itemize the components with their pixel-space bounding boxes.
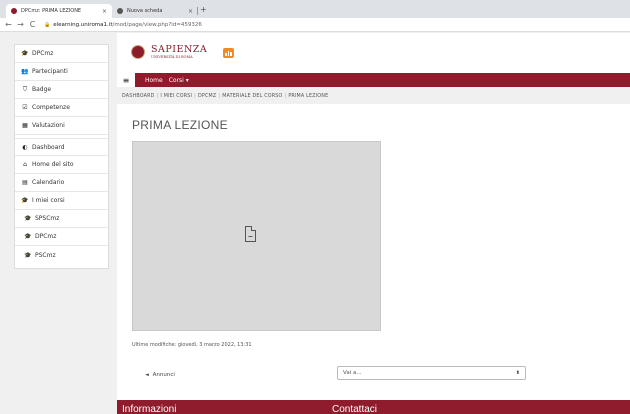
favicon-icon	[117, 8, 123, 14]
favicon-icon	[11, 8, 17, 14]
sidebar-item-valutazioni[interactable]: ▦ Valutazioni	[15, 117, 108, 135]
lock-icon: 🔒	[44, 21, 51, 28]
breadcrumb-separator: |	[284, 94, 287, 99]
menu-courses-dropdown[interactable]: Corsi ▾	[169, 77, 189, 84]
tab-title: Nuova scheda	[127, 8, 163, 14]
reload-icon[interactable]: C	[29, 20, 36, 29]
forward-icon[interactable]: →	[17, 20, 24, 29]
breadcrumb-separator: |	[156, 94, 159, 99]
sidebar-item-home-del-sito[interactable]: ⌂ Home del sito	[15, 156, 108, 174]
breadcrumb-item[interactable]: I MIEI CORSI	[160, 94, 192, 99]
breadcrumb-item: PRIMA LEZIONE	[288, 94, 329, 99]
page-title: PRIMA LEZIONE	[132, 118, 228, 132]
sidebar-item-label: Home del sito	[32, 161, 74, 168]
home-icon: ⌂	[23, 161, 27, 168]
sidebar-item-label: Valutazioni	[32, 122, 65, 129]
sidebar-item-label: I miei corsi	[32, 197, 65, 204]
broken-document-icon	[245, 226, 256, 242]
url-host: elearning.uniroma1.it	[53, 21, 113, 28]
calendar-icon: ▤	[22, 179, 28, 186]
main-content: PRIMA LEZIONE Ultime modifiche: giovedì,…	[117, 104, 630, 400]
bar-chart-icon[interactable]	[223, 48, 234, 58]
sidebar-item-label: Partecipanti	[32, 68, 68, 75]
sidebar-item-label: Calendario	[32, 179, 65, 186]
sapienza-seal-icon	[131, 45, 145, 59]
breadcrumb-separator: |	[218, 94, 221, 99]
breadcrumb-separator: |	[194, 94, 196, 99]
sidebar-item-badge[interactable]: ⛉ Badge	[15, 81, 108, 99]
logo-main-text: SAPIENZA	[151, 44, 208, 55]
users-icon: 👥	[21, 68, 29, 75]
jump-to-select[interactable]: Vai a... ⬍	[337, 366, 526, 380]
back-icon[interactable]: ←	[5, 20, 12, 29]
sidebar-item-label: Competenze	[32, 104, 70, 111]
breadcrumb: DASHBOARD | I MIEI CORSI | DPCMZ | MATERIALE D…	[122, 94, 328, 99]
table-icon: ▦	[22, 122, 28, 129]
breadcrumb-item[interactable]: MATERIALE DEL CORSO	[222, 94, 282, 99]
dashboard-icon: ◐	[22, 143, 28, 151]
embedded-content-frame[interactable]	[132, 141, 381, 331]
tab-divider	[197, 7, 198, 15]
graduation-cap-icon: 🎓	[24, 251, 32, 259]
check-square-icon: ☑	[22, 104, 28, 111]
sidebar-item-dpcmz[interactable]: 🎓 DPCmz	[15, 228, 108, 246]
logo-sub-text: UNIVERSITÀ DI ROMA	[151, 54, 193, 59]
course-sidebar: 🎓 DPCmz 👥 Partecipanti ⛉ Badge ☑ Competenze ▦ Val…	[14, 44, 109, 269]
sidebar-item-partecipanti[interactable]: 👥 Partecipanti	[15, 63, 108, 81]
sidebar-item-label: DPCmz	[35, 233, 57, 240]
browser-tab-inactive[interactable]: Nuova scheda ×	[112, 4, 198, 18]
browser-tab-active[interactable]: DPCmz: PRIMA LEZIONE ×	[6, 4, 112, 18]
tab-title: DPCmz: PRIMA LEZIONE	[21, 8, 82, 14]
tab-close-icon[interactable]: ×	[188, 8, 193, 15]
hamburger-menu-icon[interactable]: ≡	[117, 73, 135, 87]
tab-close-icon[interactable]: ×	[102, 8, 107, 15]
select-caret-icon: ⬍	[515, 370, 520, 376]
jump-to-placeholder: Vai a...	[343, 370, 362, 376]
url-field[interactable]: 🔒 elearning.uniroma1.it /mod/page/view.p…	[44, 22, 202, 28]
url-path: /mod/page/view.php?id=459326	[112, 21, 202, 28]
browser-tab-bar: DPCmz: PRIMA LEZIONE × Nuova scheda × +	[0, 0, 630, 18]
breadcrumb-item[interactable]: DPCMZ	[198, 94, 216, 99]
previous-activity-link[interactable]: ◄ Annunci	[145, 372, 175, 378]
sapienza-logo[interactable]: SAPIENZA UNIVERSITÀ DI ROMA	[131, 45, 207, 59]
left-arrow-icon: ◄	[145, 372, 149, 378]
sidebar-item-label: PSCmz	[35, 251, 56, 259]
graduation-cap-icon: 🎓	[24, 233, 32, 240]
sidebar-item-spscmz[interactable]: 🎓 SPSCmz	[15, 210, 108, 228]
graduation-cap-icon: 🎓	[24, 215, 32, 222]
address-bar: ← → C 🔒 elearning.uniroma1.it /mod/page/…	[0, 18, 630, 32]
last-modified-text: Ultime modifiche: giovedì, 3 marzo 2022,…	[132, 342, 252, 348]
site-footer: Informazioni Contattaci	[117, 400, 630, 414]
graduation-cap-icon: 🎓	[21, 50, 29, 57]
sidebar-item-competenze[interactable]: ☑ Competenze	[15, 99, 108, 117]
sidebar-item-dpcmz[interactable]: 🎓 DPCmz	[15, 45, 108, 63]
sidebar-item-calendario[interactable]: ▤ Calendario	[15, 174, 108, 192]
sidebar-item-i-miei-corsi[interactable]: 🎓 I miei corsi	[15, 192, 108, 210]
sidebar-item-label: DPCmz	[32, 50, 54, 57]
main-menu-bar: ≡ Home Corsi ▾	[117, 73, 630, 87]
footer-heading-info: Informazioni	[122, 404, 177, 414]
shield-icon: ⛉	[22, 85, 28, 93]
sidebar-item-label: Badge	[32, 86, 52, 93]
new-tab-button[interactable]: +	[200, 4, 207, 16]
previous-activity-label: Annunci	[152, 372, 175, 378]
sidebar-item-dashboard[interactable]: ◐ Dashboard	[15, 138, 108, 156]
menu-home-link[interactable]: Home	[145, 77, 163, 84]
sidebar-item-pscmz[interactable]: 🎓 PSCmz	[15, 246, 108, 264]
sidebar-item-label: SPSCmz	[35, 215, 60, 222]
footer-heading-contact: Contattaci	[332, 404, 378, 414]
graduation-cap-icon: 🎓	[21, 197, 29, 204]
sidebar-item-label: Dashboard	[32, 143, 65, 151]
breadcrumb-item[interactable]: DASHBOARD	[122, 94, 155, 99]
site-header: SAPIENZA UNIVERSITÀ DI ROMA	[117, 33, 630, 73]
